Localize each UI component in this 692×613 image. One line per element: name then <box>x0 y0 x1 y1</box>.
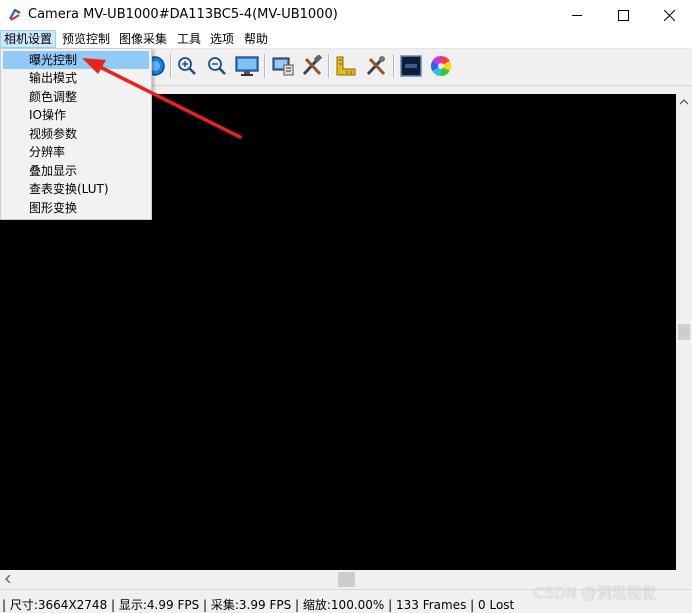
toolbar-separator <box>264 54 266 78</box>
vertical-scroll-thumb[interactable] <box>678 324 690 340</box>
menu-options[interactable]: 选项 <box>210 31 234 47</box>
chevron-left-icon <box>5 575 11 583</box>
status-text: | 尺寸:3664X2748 | 显示:4.99 FPS | 采集:3.99 F… <box>2 598 515 612</box>
menu-item-overlay-display[interactable]: 叠加显示 <box>3 162 149 180</box>
menu-item-resolution[interactable]: 分辨率 <box>3 143 149 161</box>
minimize-icon <box>571 14 582 16</box>
menu-image-capture[interactable]: 图像采集 <box>119 31 167 47</box>
screen-settings-icon <box>272 57 294 76</box>
menu-item-output-mode[interactable]: 输出模式 <box>3 69 149 87</box>
watermark-text: CSDN @洞观视觉 <box>534 584 657 602</box>
ruler-icon <box>336 56 356 76</box>
menu-help[interactable]: 帮助 <box>244 31 268 47</box>
color-wheel-icon <box>430 55 452 77</box>
tools-button[interactable] <box>299 53 325 79</box>
color-wheel-button[interactable] <box>428 53 454 79</box>
camera-settings-dropdown: 曝光控制 输出模式 颜色调整 IO操作 视频参数 分辨率 叠加显示 查表变换(L… <box>0 48 152 220</box>
menu-item-video-params[interactable]: 视频参数 <box>3 125 149 143</box>
scroll-left-button[interactable] <box>0 571 16 587</box>
scroll-up-button[interactable] <box>676 94 692 110</box>
close-icon <box>663 9 675 21</box>
menu-item-image-transform[interactable]: 图形变换 <box>3 199 149 217</box>
title-bar: Camera MV-UB1000#DA113BC5-4(MV-UB1000) <box>0 0 692 30</box>
close-button[interactable] <box>646 0 692 30</box>
toolbar-separator <box>328 54 330 78</box>
chevron-up-icon <box>680 99 688 105</box>
zoom-out-icon <box>208 57 226 75</box>
toolbar-separator <box>393 54 395 78</box>
ruler-button[interactable] <box>333 53 359 79</box>
scrollbar-corner <box>676 571 692 588</box>
settings-tools-icon <box>366 56 386 76</box>
maximize-button[interactable] <box>600 0 646 30</box>
monitor-button[interactable] <box>234 53 260 79</box>
settings-tools-button[interactable] <box>363 53 389 79</box>
zoom-out-button[interactable] <box>204 53 230 79</box>
menu-item-io-operation[interactable]: IO操作 <box>3 106 149 124</box>
camera-app-icon <box>9 8 21 21</box>
auto-exposure-button[interactable] <box>398 53 424 79</box>
zoom-in-button[interactable] <box>174 53 200 79</box>
menu-bar: 相机设置 预览控制 图像采集 工具 选项 帮助 <box>0 30 692 49</box>
maximize-icon <box>617 9 629 21</box>
menu-preview-control[interactable]: 预览控制 <box>62 31 110 47</box>
menu-tools[interactable]: 工具 <box>177 31 201 47</box>
zoom-in-icon <box>178 57 196 75</box>
toolbar-separator <box>170 54 172 78</box>
menu-camera-settings[interactable]: 相机设置 <box>0 30 57 48</box>
window-title: Camera MV-UB1000#DA113BC5-4(MV-UB1000) <box>28 7 338 22</box>
menu-item-exposure-control[interactable]: 曝光控制 <box>3 51 149 69</box>
vertical-scrollbar[interactable] <box>676 94 692 570</box>
monitor-icon <box>235 56 259 76</box>
minimize-button[interactable] <box>554 0 600 30</box>
horizontal-scroll-thumb[interactable] <box>338 572 355 587</box>
screen-settings-button[interactable] <box>270 53 296 79</box>
tools-icon <box>302 55 323 76</box>
menu-item-color-adjust[interactable]: 颜色调整 <box>3 88 149 106</box>
auto-exposure-icon <box>400 55 422 77</box>
menu-item-lut[interactable]: 查表变换(LUT) <box>3 180 149 198</box>
